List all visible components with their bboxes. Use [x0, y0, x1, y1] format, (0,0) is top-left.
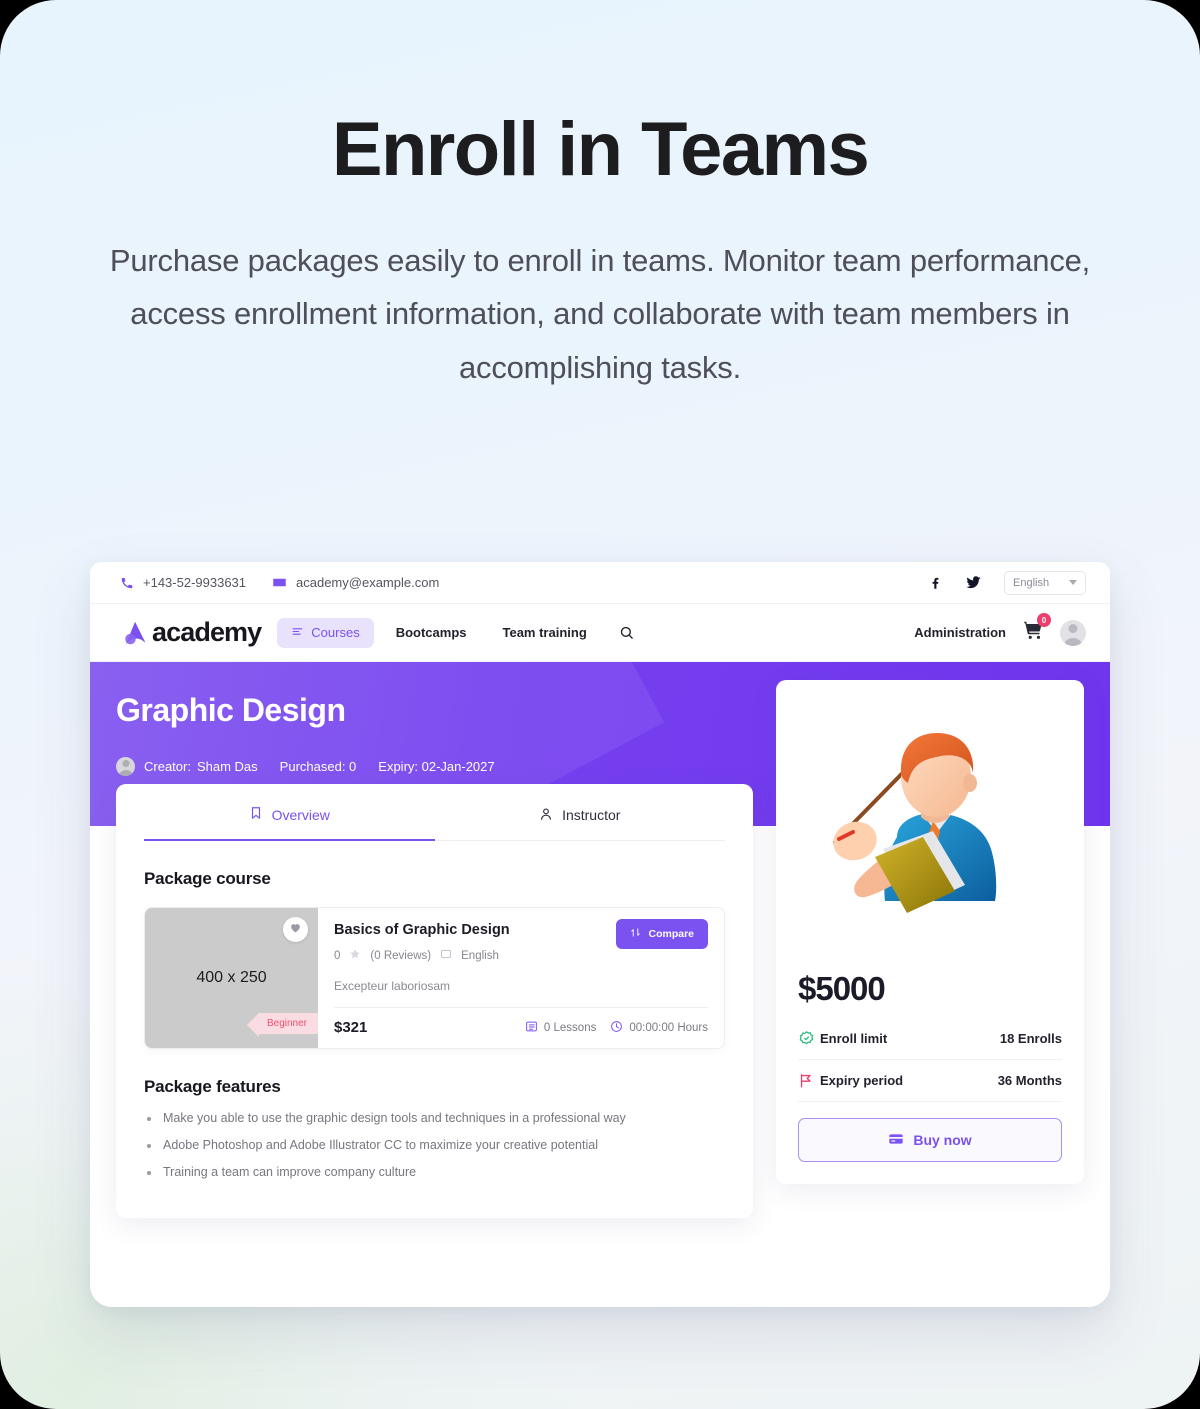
- course-body: Overview Instructor Package course 400 x…: [90, 680, 1110, 1307]
- lessons-stat: 0 Lessons: [525, 1020, 596, 1036]
- search-icon[interactable]: [609, 618, 644, 647]
- course-footer-stats: 0 Lessons 00:00:00 Hours: [525, 1020, 708, 1036]
- spec-expiry-period: Expiry period 36 Months: [798, 1060, 1062, 1102]
- list-icon: [525, 1020, 538, 1036]
- phone-contact[interactable]: +143-52-9933631: [120, 575, 246, 590]
- course-level-badge: Beginner: [246, 1013, 318, 1037]
- course-rating-row: 0 (0 Reviews) English: [334, 948, 708, 963]
- course-price: $321: [334, 1019, 368, 1036]
- cart-button[interactable]: 0: [1022, 613, 1051, 646]
- hero-subtitle: Purchase packages easily to enroll in te…: [109, 243, 1091, 385]
- utility-topbar: +143-52-9933631 academy@example.com Engl…: [90, 562, 1110, 604]
- course-footer: $321 0 Lessons 00:00:00 Hours: [334, 1007, 708, 1048]
- course-illustration: [798, 698, 1062, 970]
- buy-now-button[interactable]: Buy now: [798, 1118, 1062, 1162]
- language-value: English: [1013, 576, 1050, 589]
- panel-tabs: Overview Instructor: [144, 784, 725, 841]
- nav-item-team-training[interactable]: Team training: [489, 618, 601, 647]
- facebook-icon[interactable]: [928, 575, 943, 590]
- badge-check-icon: [798, 1030, 820, 1047]
- language-icon: [440, 948, 452, 963]
- lessons-count: 0 Lessons: [543, 1021, 597, 1034]
- page-root: Enroll in Teams Purchase packages easily…: [0, 0, 1200, 1409]
- favorite-button[interactable]: [283, 917, 308, 942]
- list-item: Training a team can improve company cult…: [144, 1165, 725, 1179]
- email-address: academy@example.com: [296, 575, 440, 590]
- nav-right-group: Administration 0: [914, 613, 1086, 646]
- package-features-section: Package features Make you able to use th…: [144, 1077, 725, 1179]
- brand-name: academy: [152, 617, 262, 647]
- purchase-panel: $5000 Enroll limit 18 Enrolls Expiry per…: [776, 680, 1084, 1184]
- star-icon: [349, 948, 361, 963]
- creator-avatar: [116, 757, 135, 776]
- creator-label: Creator:: [144, 759, 191, 774]
- rating-value: 0: [334, 949, 341, 962]
- topbar-contact-group: +143-52-9933631 academy@example.com: [120, 575, 439, 590]
- nav-item-bootcamps[interactable]: Bootcamps: [382, 618, 481, 647]
- list-item: Make you able to use the graphic design …: [144, 1111, 725, 1125]
- compare-label: Compare: [648, 928, 694, 940]
- nav-item-courses[interactable]: Courses: [277, 617, 374, 648]
- heart-icon: [289, 921, 302, 939]
- tab-instructor[interactable]: Instructor: [435, 784, 726, 840]
- package-course-heading: Package course: [144, 869, 271, 888]
- chevron-down-icon: [1069, 580, 1077, 585]
- credit-card-icon: [888, 1131, 904, 1150]
- flag-icon: [798, 1072, 820, 1089]
- topbar-right-group: English: [928, 570, 1086, 595]
- thumbnail-dimensions: 400 x 250: [196, 969, 267, 986]
- page-title: Enroll in Teams: [331, 107, 870, 192]
- cart-count-badge: 0: [1037, 613, 1051, 627]
- bookmark-icon: [249, 806, 263, 823]
- hero-section: Enroll in Teams Purchase packages easily…: [0, 0, 1200, 394]
- compare-arrows-icon: [630, 927, 641, 941]
- clock-icon: [610, 1020, 623, 1036]
- user-avatar[interactable]: [1060, 619, 1086, 646]
- feature-list: Make you able to use the graphic design …: [144, 1111, 725, 1179]
- envelope-icon: [272, 575, 287, 590]
- course-list-item[interactable]: 400 x 250 Beginner Basics of Graphic Des…: [144, 907, 725, 1049]
- nav-courses-label: Courses: [311, 625, 360, 640]
- menu-lines-icon: [291, 625, 304, 641]
- reviews-count: (0 Reviews): [370, 949, 432, 962]
- email-contact[interactable]: academy@example.com: [272, 575, 439, 590]
- expiry-period-label: Expiry period: [820, 1073, 904, 1088]
- compare-button[interactable]: Compare: [616, 919, 708, 949]
- nav-item-administration[interactable]: Administration: [914, 625, 1006, 640]
- language-selector[interactable]: English: [1004, 570, 1086, 595]
- main-navbar: academy Courses Bootcamps Team training: [90, 604, 1110, 662]
- buy-now-label: Buy now: [913, 1132, 972, 1148]
- course-details: Basics of Graphic Design 0 (0 Reviews) E…: [318, 908, 724, 1048]
- package-features-heading: Package features: [144, 1077, 281, 1096]
- creator-name: Sham Das: [196, 759, 258, 774]
- enroll-limit-value: 18 Enrolls: [999, 1031, 1062, 1046]
- purchased-count: Purchased: 0: [279, 759, 357, 774]
- package-price: $5000: [798, 970, 886, 1007]
- tab-overview[interactable]: Overview: [144, 784, 435, 841]
- course-language: English: [461, 949, 499, 962]
- academy-logo-icon: [120, 618, 150, 648]
- expiry-date: Expiry: 02-Jan-2027: [378, 759, 495, 774]
- tab-instructor-label: Instructor: [562, 807, 621, 823]
- person-icon: [539, 807, 553, 824]
- phone-icon: [120, 576, 134, 590]
- brand-logo[interactable]: academy: [120, 617, 262, 648]
- course-thumbnail: 400 x 250 Beginner: [145, 908, 318, 1048]
- duration-stat: 00:00:00 Hours: [610, 1020, 708, 1036]
- app-window: +143-52-9933631 academy@example.com Engl…: [90, 562, 1110, 1307]
- expiry-period-value: 36 Months: [997, 1073, 1062, 1088]
- package-specs: Enroll limit 18 Enrolls Expiry period 36…: [798, 1030, 1062, 1102]
- tab-overview-label: Overview: [271, 806, 330, 823]
- nav-links: Courses Bootcamps Team training: [277, 617, 644, 648]
- enroll-limit-label: Enroll limit: [820, 1031, 888, 1046]
- spec-enroll-limit: Enroll limit 18 Enrolls: [798, 1030, 1062, 1060]
- list-item: Adobe Photoshop and Adobe Illustrator CC…: [144, 1138, 725, 1152]
- teacher-illustration-icon: [833, 733, 997, 913]
- course-description: Excepteur laboriosam: [334, 979, 451, 993]
- overview-panel: Overview Instructor Package course 400 x…: [116, 784, 753, 1218]
- phone-number: +143-52-9933631: [143, 575, 247, 590]
- twitter-icon[interactable]: [965, 574, 982, 591]
- duration-value: 00:00:00 Hours: [629, 1021, 708, 1034]
